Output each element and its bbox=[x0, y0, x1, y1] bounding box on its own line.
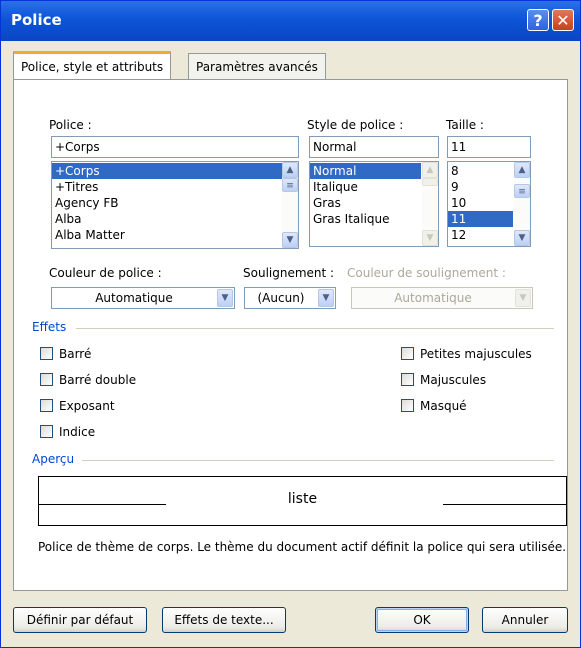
style-list-item[interactable]: Gras bbox=[310, 195, 438, 211]
checkbox-label: Majuscules bbox=[420, 373, 487, 387]
underline-color-select: Automatique ▼ bbox=[351, 287, 533, 309]
underline-select[interactable]: (Aucun) ▼ bbox=[244, 287, 336, 309]
preview-line-right bbox=[443, 504, 566, 505]
chevron-down-icon[interactable]: ▼ bbox=[217, 289, 233, 307]
checkbox-label: Masqué bbox=[420, 399, 467, 413]
tab-label: Police, style et attributs bbox=[21, 60, 164, 74]
underline-color-value: Automatique bbox=[394, 291, 472, 305]
style-input[interactable]: Normal bbox=[309, 136, 439, 158]
size-list[interactable]: 8 9 10 11 12 ▲ ≡ ▼ bbox=[447, 161, 531, 247]
checkbox-label: Petites majuscules bbox=[420, 347, 532, 361]
cancel-button[interactable]: Annuler bbox=[482, 607, 568, 633]
font-label: Police : bbox=[49, 118, 92, 132]
font-list-scrollbar[interactable]: ▲ ≡ ▼ bbox=[282, 162, 298, 248]
checkbox-label: Barré double bbox=[59, 373, 137, 387]
underline-label: Soulignement : bbox=[243, 266, 335, 280]
font-list-item[interactable]: +Corps bbox=[52, 163, 298, 179]
checkbox-icon[interactable] bbox=[40, 399, 53, 412]
font-color-value: Automatique bbox=[95, 291, 173, 305]
scroll-down-icon[interactable]: ▼ bbox=[282, 232, 298, 248]
tab-font-style-attributes[interactable]: Police, style et attributs bbox=[13, 51, 172, 81]
checkbox-label: Barré bbox=[59, 347, 92, 361]
effects-divider bbox=[76, 328, 554, 329]
style-list[interactable]: Normal Italique Gras Gras Italique ▲ ▼ bbox=[309, 161, 439, 247]
tab-advanced-settings[interactable]: Paramètres avancés bbox=[188, 53, 326, 81]
font-color-select[interactable]: Automatique ▼ bbox=[51, 287, 235, 309]
checkbox-label: Exposant bbox=[59, 399, 115, 413]
preview-box: liste bbox=[38, 476, 567, 526]
font-list-item[interactable]: Alba bbox=[52, 211, 298, 227]
close-button[interactable]: ✕ bbox=[552, 9, 574, 31]
scroll-thumb[interactable]: ≡ bbox=[282, 178, 298, 192]
scroll-down-icon: ▼ bbox=[422, 230, 438, 246]
effects-group-title: Effets bbox=[32, 320, 67, 334]
scroll-up-icon[interactable]: ▲ bbox=[514, 162, 530, 178]
checkbox-icon[interactable] bbox=[40, 347, 53, 360]
tab-panel: Police : +Corps +Corps +Titres Agency FB… bbox=[13, 79, 568, 591]
checkbox-icon[interactable] bbox=[401, 373, 414, 386]
font-color-label: Couleur de police : bbox=[49, 266, 162, 280]
style-list-item[interactable]: Normal bbox=[310, 163, 421, 179]
size-list-item[interactable]: 11 bbox=[448, 211, 513, 227]
preview-group-title: Aperçu bbox=[32, 452, 75, 466]
tab-label: Paramètres avancés bbox=[196, 60, 318, 74]
text-effects-button[interactable]: Effets de texte... bbox=[162, 607, 286, 633]
underline-value: (Aucun) bbox=[257, 291, 305, 305]
scroll-up-icon[interactable]: ▲ bbox=[282, 162, 298, 178]
checkbox-icon[interactable] bbox=[401, 347, 414, 360]
scroll-down-icon[interactable]: ▼ bbox=[514, 230, 530, 246]
size-list-scrollbar[interactable]: ▲ ≡ ▼ bbox=[514, 162, 530, 246]
checkbox-label: Indice bbox=[59, 425, 96, 439]
style-list-item[interactable]: Gras Italique bbox=[310, 211, 438, 227]
font-list-item[interactable]: Alba Matter bbox=[52, 227, 298, 243]
tab-strip: Police, style et attributs Paramètres av… bbox=[1, 41, 580, 81]
font-dialog: Police ? ✕ Police, style et attributs Pa… bbox=[0, 0, 581, 648]
style-list-item[interactable]: Italique bbox=[310, 179, 438, 195]
font-list-item[interactable]: +Titres bbox=[52, 179, 298, 195]
checkbox-icon[interactable] bbox=[401, 399, 414, 412]
scroll-thumb bbox=[422, 178, 438, 186]
size-label: Taille : bbox=[446, 118, 484, 132]
dialog-title: Police bbox=[11, 11, 62, 29]
scroll-thumb[interactable]: ≡ bbox=[514, 184, 530, 198]
underline-color-label: Couleur de soulignement : bbox=[347, 266, 506, 280]
scroll-up-icon: ▲ bbox=[422, 162, 438, 178]
set-default-button[interactable]: Définir par défaut bbox=[13, 607, 147, 633]
style-list-scrollbar: ▲ ▼ bbox=[422, 162, 438, 246]
chevron-down-icon[interactable]: ▼ bbox=[318, 289, 334, 307]
size-input[interactable]: 11 bbox=[447, 136, 531, 158]
title-bar: Police ? ✕ bbox=[1, 1, 580, 41]
style-label: Style de police : bbox=[307, 118, 404, 132]
font-list[interactable]: +Corps +Titres Agency FB Alba Alba Matte… bbox=[51, 161, 299, 249]
font-list-item[interactable]: Agency FB bbox=[52, 195, 298, 211]
chevron-down-icon: ▼ bbox=[515, 289, 531, 307]
checkbox-icon[interactable] bbox=[40, 425, 53, 438]
ok-button[interactable]: OK bbox=[375, 607, 469, 633]
font-input[interactable]: +Corps bbox=[51, 136, 299, 158]
help-button[interactable]: ? bbox=[527, 9, 549, 31]
checkbox-icon[interactable] bbox=[40, 373, 53, 386]
preview-description: Police de thème de corps. Le thème du do… bbox=[38, 540, 567, 554]
preview-divider bbox=[82, 460, 554, 461]
